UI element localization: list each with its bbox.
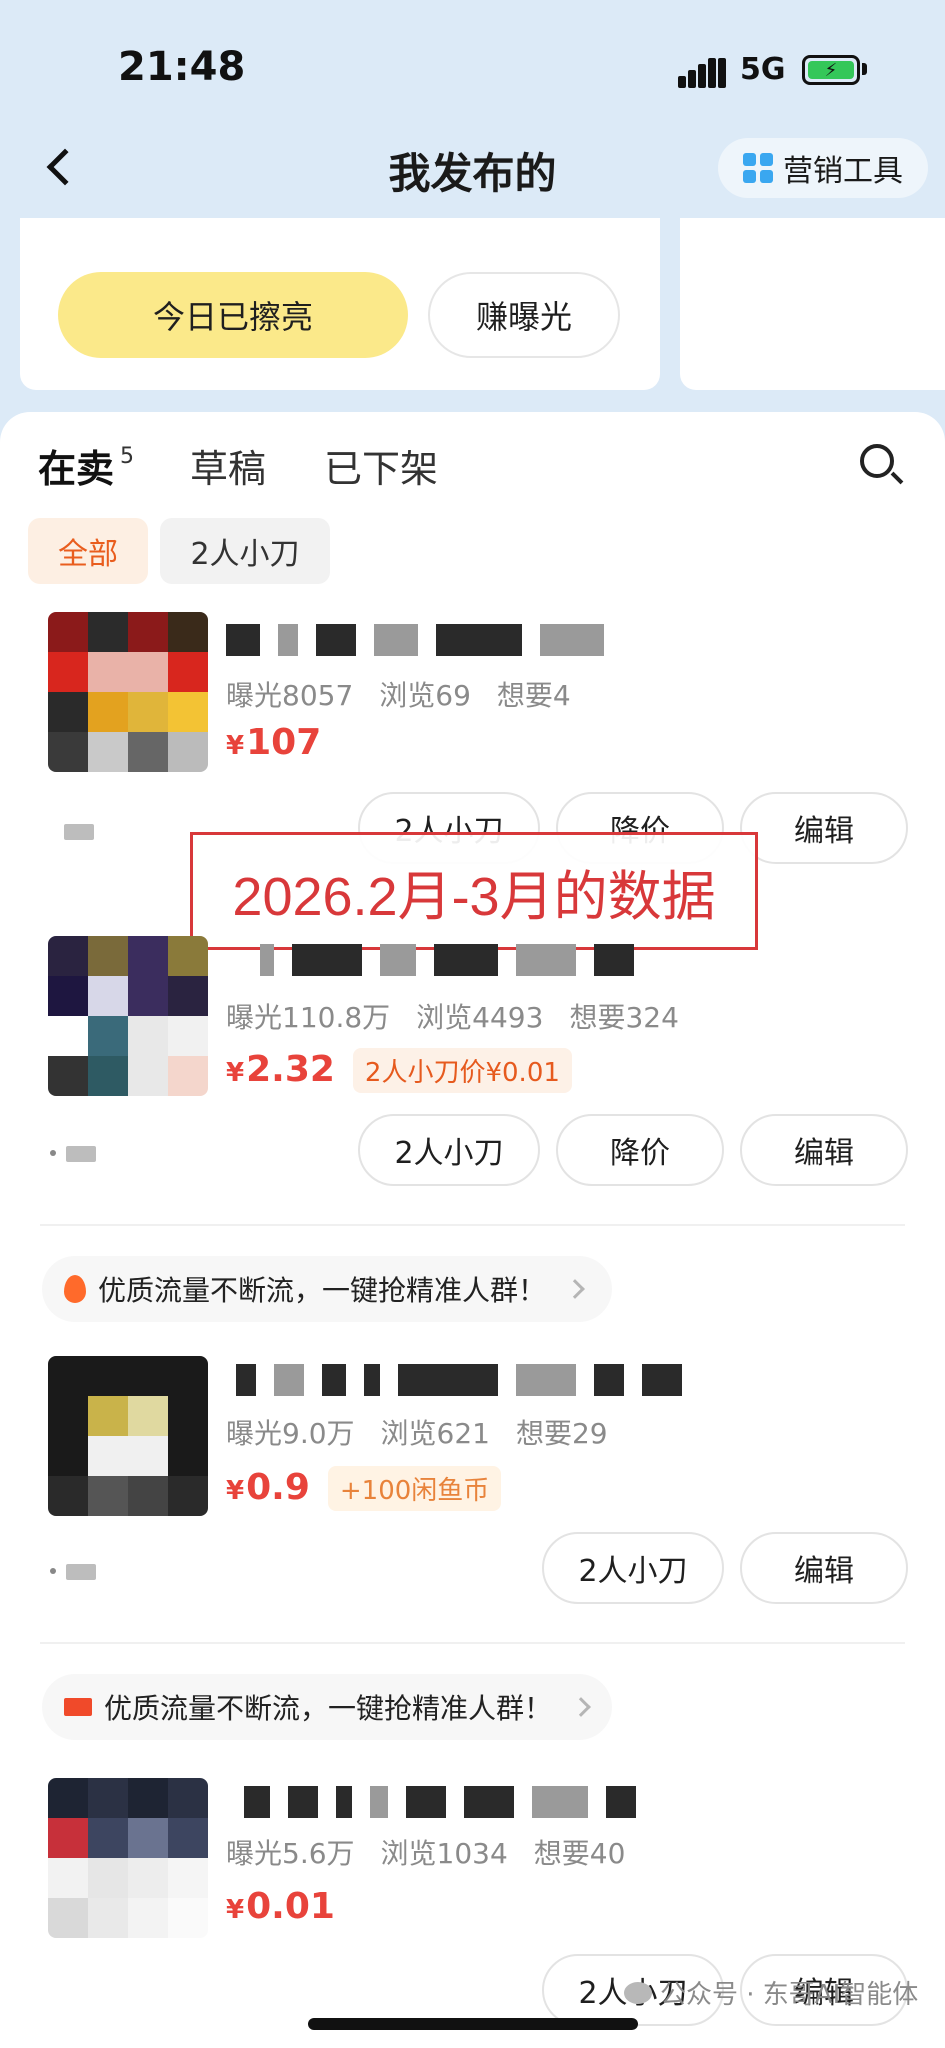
tab-delisted[interactable]: 已下架 [324,438,438,493]
product-stats: 曝光110.8万 浏览4493 想要324 [226,996,679,1036]
seller-badge [66,1564,96,1580]
product-thumbnail[interactable] [48,1778,208,1938]
exposure-count: 曝光9.0万 [226,1417,355,1450]
product-thumbnail[interactable] [48,1356,208,1516]
tab-drafts[interactable]: 草稿 [190,438,266,493]
fire-icon [64,1275,86,1303]
wechat-icon [624,1981,652,2004]
grid-icon [743,153,773,183]
edit-button[interactable]: 编辑 [740,1532,908,1604]
exposure-count: 曝光110.8万 [226,1001,391,1034]
row-divider [40,1224,905,1226]
network-label: 5G [740,52,786,87]
marketing-tools-button[interactable]: 营销工具 [718,138,928,198]
product-title-redacted [260,940,634,980]
product-stats: 曝光8057 浏览69 想要4 [226,674,571,714]
tab-on-sale-label: 在卖 [38,447,115,491]
currency-symbol: ¥ [226,1476,245,1506]
want-count: 想要40 [533,1837,626,1870]
view-count: 浏览69 [379,679,471,712]
status-time: 21:48 [118,44,246,90]
seller-dot [50,1150,56,1156]
view-count: 浏览1034 [380,1837,508,1870]
signal-icon [678,58,726,88]
product-thumbnail[interactable] [48,612,208,772]
row-divider [40,1642,905,1644]
watermark-text: 公众号 · 东哥AI智能体 [660,1980,919,2010]
view-count: 浏览4493 [416,1001,544,1034]
home-indicator [308,2018,638,2030]
earn-exposure-button[interactable]: 赚曝光 [428,272,620,358]
product-price: ¥ 2.32 2人小刀价¥0.01 [226,1048,572,1093]
currency-symbol: ¥ [226,731,245,761]
reduce-price-button[interactable]: 降价 [556,1114,724,1186]
promo-text: 优质流量不断流，一键抢精准人群！ [98,1274,547,1307]
tab-on-sale[interactable]: 在卖 [38,438,114,493]
filter-all[interactable]: 全部 [28,518,148,584]
view-count: 浏览621 [380,1417,490,1450]
product-price: ¥ 107 [226,722,321,763]
chevron-right-icon [571,1697,591,1717]
edit-button[interactable]: 编辑 [740,1114,908,1186]
polish-today-button[interactable]: 今日已擦亮 [58,272,408,358]
seller-badge [66,1146,96,1162]
search-icon[interactable] [860,444,904,488]
bargain-button[interactable]: 2人小刀 [542,1532,724,1604]
battery-icon: ⚡ [802,55,860,85]
price-value: 0.01 [246,1886,335,1927]
product-title-redacted [226,620,604,660]
currency-symbol: ¥ [226,1058,245,1088]
date-range-annotation: 2026.2月-3月的数据 [190,832,758,950]
product-price: ¥ 0.01 [226,1886,335,1927]
coin-reward-tag: +100闲鱼币 [327,1466,502,1511]
price-value: 2.32 [246,1049,335,1090]
want-count: 想要4 [496,679,571,712]
promo-text: 优质流量不断流，一键抢精准人群！ [104,1692,553,1725]
watermark: 公众号 · 东哥AI智能体 [624,1974,918,2011]
price-value: 0.9 [246,1467,310,1508]
bargain-button[interactable]: 2人小刀 [358,1114,540,1186]
edit-button[interactable]: 编辑 [740,792,908,864]
product-stats: 曝光9.0万 浏览621 想要29 [226,1412,608,1452]
product-title-redacted [236,1360,682,1400]
product-title-redacted [244,1782,636,1822]
fire-icon [64,1698,92,1716]
exposure-count: 曝光5.6万 [226,1837,355,1870]
want-count: 想要324 [569,1001,679,1034]
tab-on-sale-count: 5 [120,444,134,469]
bargain-price-tag: 2人小刀价¥0.01 [352,1048,572,1093]
battery-tip [862,63,867,75]
product-price: ¥ 0.9 +100闲鱼币 [226,1466,502,1511]
exposure-count: 曝光8057 [226,679,354,712]
promo-banner[interactable]: 优质流量不断流，一键抢精准人群！ [42,1674,612,1740]
product-stats: 曝光5.6万 浏览1034 想要40 [226,1832,625,1872]
filter-two-person-bargain[interactable]: 2人小刀 [160,518,330,584]
top-card-side [680,218,945,390]
want-count: 想要29 [515,1417,608,1450]
seller-dot [50,1568,56,1574]
seller-badge [64,824,94,840]
marketing-tools-label: 营销工具 [783,154,903,189]
chevron-right-icon [565,1279,585,1299]
promo-banner[interactable]: 优质流量不断流，一键抢精准人群！ [42,1256,612,1322]
product-thumbnail[interactable] [48,936,208,1096]
price-value: 107 [246,722,322,763]
currency-symbol: ¥ [226,1895,245,1925]
